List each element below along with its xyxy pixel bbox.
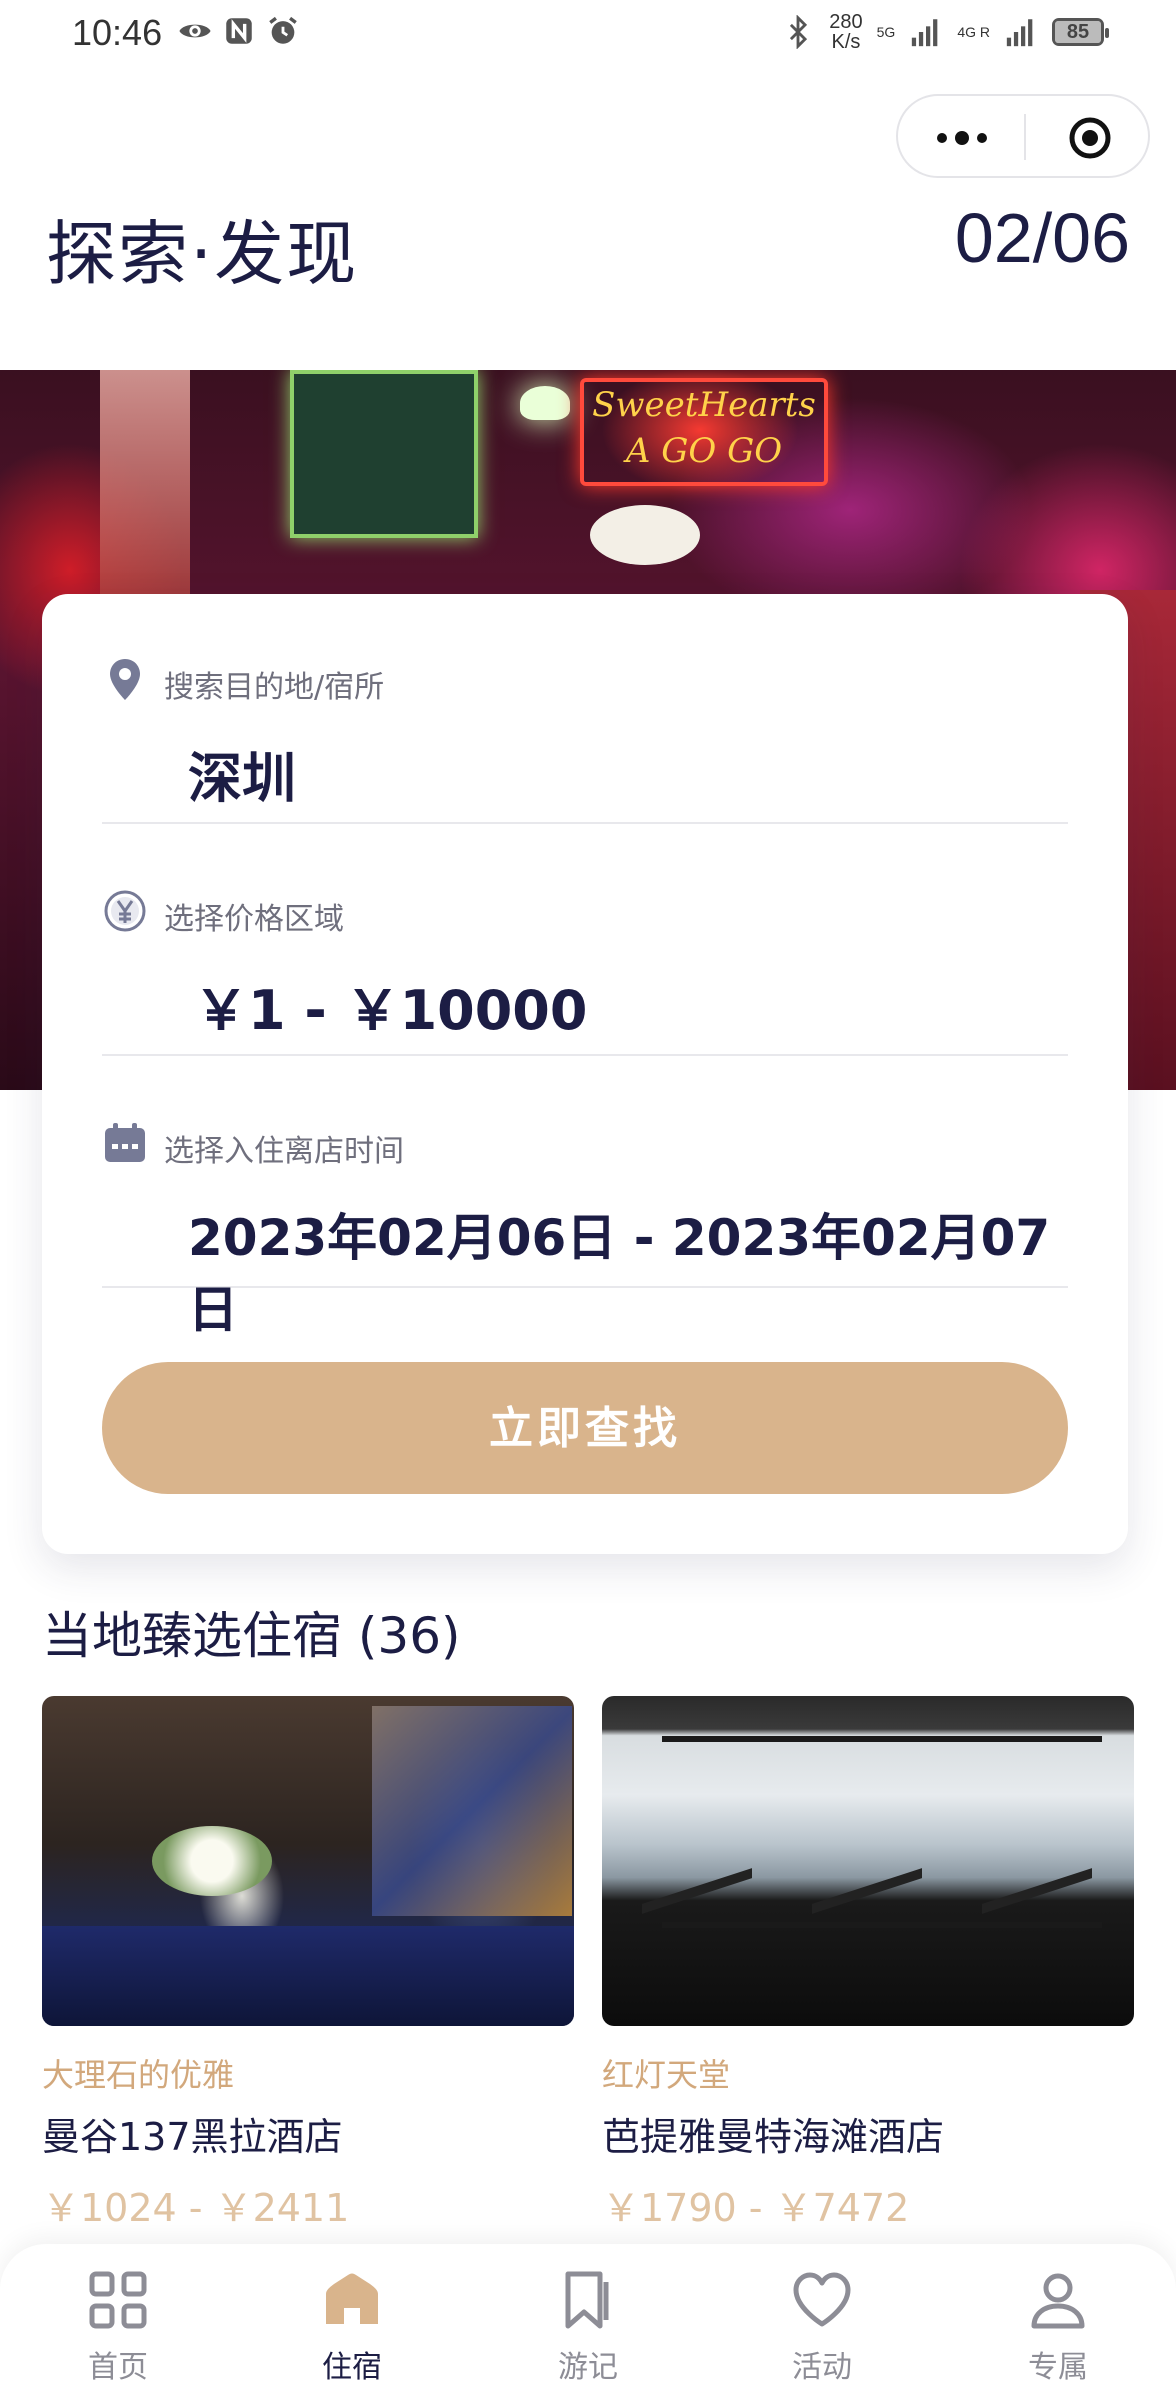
network-speed: 280 K/s	[829, 12, 862, 52]
hotel-photo[interactable]	[602, 1696, 1134, 2026]
hotel-card[interactable]: 大理石的优雅 曼谷137黑拉酒店 ￥1024 - ￥2411	[42, 1696, 574, 2232]
hero-neon-sign: SweetHearts A GO GO	[580, 378, 828, 486]
signal-icon	[1006, 19, 1033, 47]
search-button[interactable]: 立即查找	[102, 1362, 1068, 1494]
hotel-photo[interactable]	[42, 1696, 574, 2026]
tab-label: 住宿	[322, 2350, 382, 2385]
bookmark-icon	[565, 2271, 609, 2329]
heart-icon	[793, 2272, 851, 2327]
tab-label: 首页	[88, 2350, 148, 2385]
recommend-title: 当地臻选住宿 (36)	[42, 1607, 461, 1665]
alarm-icon	[269, 16, 297, 44]
hotel-tag: 红灯天堂	[602, 2056, 731, 2094]
hero-lamp	[520, 386, 570, 420]
hotel-name[interactable]: 曼谷137黑拉酒店	[42, 2106, 574, 2161]
tab-bar: 首页 住宿 游记 活动 专属	[0, 2244, 1176, 2400]
nfc-icon	[226, 18, 252, 44]
house-icon	[326, 2273, 378, 2324]
price-label: 选择价格区域	[164, 902, 344, 937]
hotel-photo-mural	[372, 1706, 572, 1916]
date-label: 选择入住离店时间	[164, 1134, 404, 1169]
search-card: 搜索目的地/宿所 深圳 选择价格区域 ￥1 - ￥10000 选择入住离店时间 …	[42, 594, 1128, 1554]
bluetooth-icon	[790, 15, 808, 49]
date-field[interactable]: 选择入住离店时间 2023年02月06日 - 2023年02月07日	[102, 1058, 1068, 1339]
tab-label: 游记	[558, 2350, 618, 2385]
grid-icon	[89, 2271, 147, 2329]
destination-field[interactable]: 搜索目的地/宿所 深圳	[102, 594, 1068, 824]
hero-guesthouse-sign	[590, 505, 700, 565]
status-icons-left	[178, 14, 300, 48]
current-date: 02/06	[954, 199, 1130, 277]
hotel-card[interactable]: 红灯天堂 芭提雅曼特海滩酒店 ￥1790 - ￥7472	[602, 1696, 1134, 2232]
network-5g-label: 5G	[876, 24, 896, 40]
yuan-icon	[104, 890, 146, 932]
tab-stay[interactable]: 住宿	[272, 2268, 432, 2388]
tab-activity[interactable]: 活动	[742, 2268, 902, 2388]
hotel-price: ￥1024 - ￥2411	[42, 2186, 350, 2230]
more-icon[interactable]	[928, 124, 996, 152]
status-icons-right: 280 K/s 5G 4G R 85	[781, 12, 1109, 52]
user-icon	[1031, 2273, 1085, 2329]
hotel-photo-flowers	[152, 1826, 272, 1896]
tab-label: 活动	[792, 2350, 852, 2385]
hotel-photo-chair	[642, 1868, 752, 1994]
status-bar: 10:46 280 K/s 5G 4G R 85	[0, 0, 1176, 72]
hotel-tag: 大理石的优雅	[42, 2056, 235, 2094]
signal-icon	[912, 19, 938, 47]
hotel-name[interactable]: 芭提雅曼特海滩酒店	[602, 2106, 1134, 2161]
date-value[interactable]: 2023年02月06日 - 2023年02月07日	[188, 1198, 1068, 1342]
capsule-divider	[1024, 114, 1026, 160]
hero-wall-left	[100, 370, 190, 600]
location-pin-icon	[110, 659, 140, 700]
tab-label: 专属	[1028, 2350, 1088, 2385]
tab-profile[interactable]: 专属	[978, 2268, 1138, 2388]
speed-value: 280	[829, 11, 863, 33]
tab-home[interactable]: 首页	[38, 2268, 198, 2388]
network-4g-label: 4G R	[957, 24, 990, 40]
close-miniprogram-icon[interactable]	[1068, 116, 1112, 160]
hotel-photo-sofa	[42, 1926, 574, 2026]
price-field[interactable]: 选择价格区域 ￥1 - ￥10000	[102, 826, 1068, 1056]
hero-neon-restaurant-sign	[290, 370, 478, 538]
miniprogram-capsule	[896, 94, 1150, 178]
calendar-icon	[105, 1123, 145, 1162]
destination-label: 搜索目的地/宿所	[164, 670, 385, 705]
battery-icon: 85	[1052, 18, 1109, 46]
page-title: 探索·发现	[46, 213, 359, 295]
eye-icon	[179, 24, 211, 38]
price-value[interactable]: ￥1 - ￥10000	[194, 966, 587, 1045]
tab-travelogue[interactable]: 游记	[508, 2268, 668, 2388]
destination-value[interactable]: 深圳	[188, 734, 296, 813]
speed-unit: K/s	[831, 31, 861, 53]
battery-level: 85	[1055, 21, 1101, 43]
status-time: 10:46	[72, 12, 163, 53]
hotel-price: ￥1790 - ￥7472	[602, 2186, 910, 2230]
